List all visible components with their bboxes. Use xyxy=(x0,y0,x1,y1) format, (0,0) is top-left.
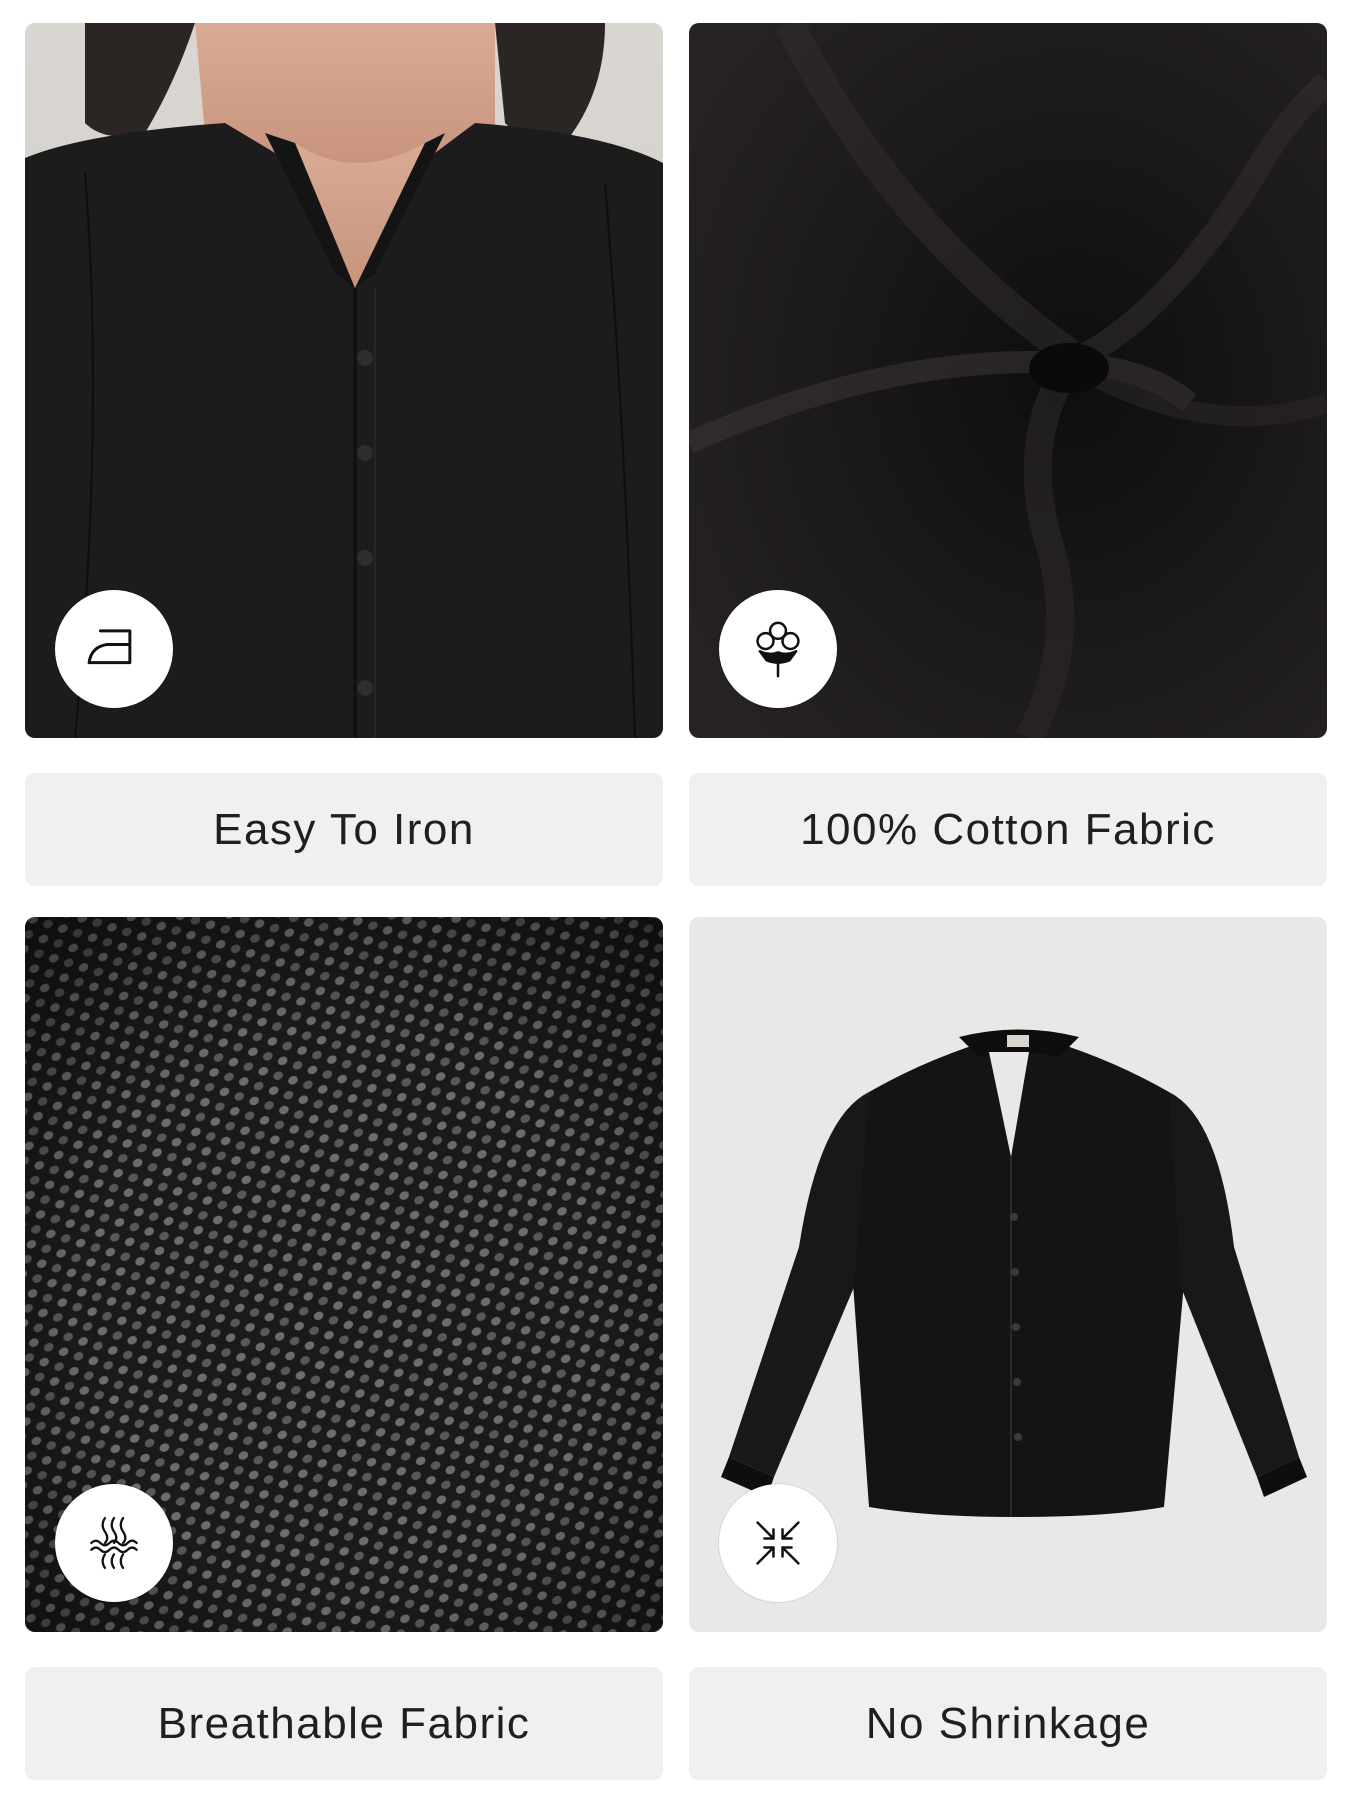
feature-grid: Easy To Iron 100% Cotton Fabric Breathab… xyxy=(0,0,1350,1800)
feature-card-easy-to-iron: Easy To Iron xyxy=(25,23,663,886)
no-shrink-arrows-icon xyxy=(756,1521,800,1565)
fabric-weave-image xyxy=(25,917,663,1632)
cotton-badge xyxy=(719,590,837,708)
feature-label: Breathable Fabric xyxy=(25,1667,663,1780)
feature-label: 100% Cotton Fabric xyxy=(689,773,1327,886)
feature-card-cotton-fabric: 100% Cotton Fabric xyxy=(689,23,1327,886)
breathable-fabric-icon xyxy=(90,1516,138,1570)
breathable-badge xyxy=(55,1484,173,1602)
iron-icon xyxy=(87,629,132,665)
feature-card-breathable-fabric: Breathable Fabric xyxy=(25,917,663,1780)
cotton-flower-icon xyxy=(756,621,800,678)
model-shirt-image xyxy=(25,23,663,738)
shirt-flatlay-image xyxy=(689,917,1327,1632)
feature-label: Easy To Iron xyxy=(25,773,663,886)
feature-label: No Shrinkage xyxy=(689,1667,1327,1780)
iron-badge xyxy=(55,590,173,708)
fabric-swirl-image xyxy=(689,23,1327,738)
no-shrink-badge xyxy=(719,1484,837,1602)
feature-card-no-shrinkage: No Shrinkage xyxy=(689,917,1327,1780)
